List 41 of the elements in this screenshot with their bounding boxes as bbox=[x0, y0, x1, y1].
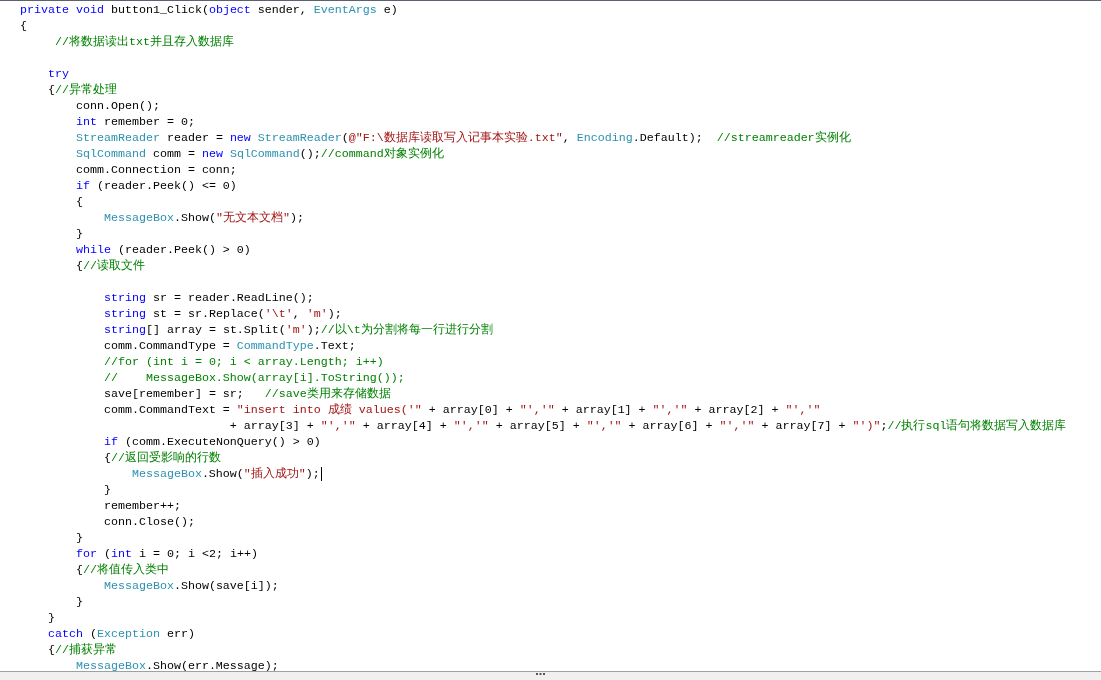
code-line: {//返回受影响的行数 bbox=[103, 450, 221, 466]
code-line: comm.Connection = conn; bbox=[75, 162, 237, 178]
code-line: comm.CommandText = "insert into 成绩 values('" + array[0] + "','" + array[1] + "','" + array[2] + "','" bbox=[103, 402, 821, 418]
code-line: conn.Close(); bbox=[103, 514, 195, 530]
code-line: { bbox=[20, 18, 27, 34]
code-line: } bbox=[75, 594, 83, 610]
code-line: string[] array = st.Split('m');//以\t为分割将每一行进行分割 bbox=[103, 322, 493, 338]
code-line: SqlCommand comm = new SqlCommand();//command对象实例化 bbox=[75, 146, 444, 162]
code-line: } bbox=[103, 482, 111, 498]
code-line: catch (Exception err) bbox=[48, 626, 195, 642]
code-line: int remember = 0; bbox=[75, 114, 195, 130]
code-line: + array[3] + "','" + array[4] + "','" + array[5] + "','" + array[6] + "','" + array[7] + "')";//执行sql语句将数据写入数据库 bbox=[229, 418, 1067, 434]
code-line: if (reader.Peek() <= 0) bbox=[75, 178, 237, 194]
code-line: while (reader.Peek() > 0) bbox=[75, 242, 251, 258]
code-line: StreamReader reader = new StreamReader(@"F:\数据库读取写入记事本实验.txt", Encoding.Default); //streamreader实例化 bbox=[75, 130, 851, 146]
code-line: {//读取文件 bbox=[75, 258, 145, 274]
code-line: save[remember] = sr; //save类用来存储数据 bbox=[103, 386, 391, 402]
code-line: { bbox=[75, 194, 83, 210]
code-line: //将数据读出txt并且存入数据库 bbox=[55, 34, 234, 50]
code-line: if (comm.ExecuteNonQuery() > 0) bbox=[103, 434, 321, 450]
code-line: remember++; bbox=[103, 498, 181, 514]
code-line: {//捕获异常 bbox=[48, 642, 117, 658]
code-line: } bbox=[75, 530, 83, 546]
code-line: string st = sr.Replace('\t', 'm'); bbox=[103, 306, 342, 322]
code-line: MessageBox.Show("插入成功"); bbox=[131, 466, 320, 482]
code-line: // MessageBox.Show(array[i].ToString()); bbox=[103, 370, 405, 386]
code-line: {//将值传入类中 bbox=[75, 562, 169, 578]
code-line: } bbox=[75, 226, 83, 242]
code-line: comm.CommandType = CommandType.Text; bbox=[103, 338, 356, 354]
code-line: string sr = reader.ReadLine(); bbox=[103, 290, 314, 306]
grip-icon[interactable] bbox=[536, 672, 545, 676]
code-line: //for (int i = 0; i < array.Length; i++) bbox=[103, 354, 384, 370]
code-line: private void button1_Click(object sender, EventArgs e) bbox=[20, 2, 398, 18]
code-line: MessageBox.Show(err.Message); bbox=[75, 658, 279, 671]
code-line: } bbox=[48, 610, 55, 626]
code-line: {//异常处理 bbox=[48, 82, 117, 98]
code-line: for (int i = 0; i <2; i++) bbox=[75, 546, 258, 562]
code-line: try bbox=[48, 66, 69, 82]
code-line: MessageBox.Show(save[i]); bbox=[103, 578, 279, 594]
code-line: MessageBox.Show("无文本文档"); bbox=[103, 210, 304, 226]
code-line: conn.Open(); bbox=[75, 98, 160, 114]
